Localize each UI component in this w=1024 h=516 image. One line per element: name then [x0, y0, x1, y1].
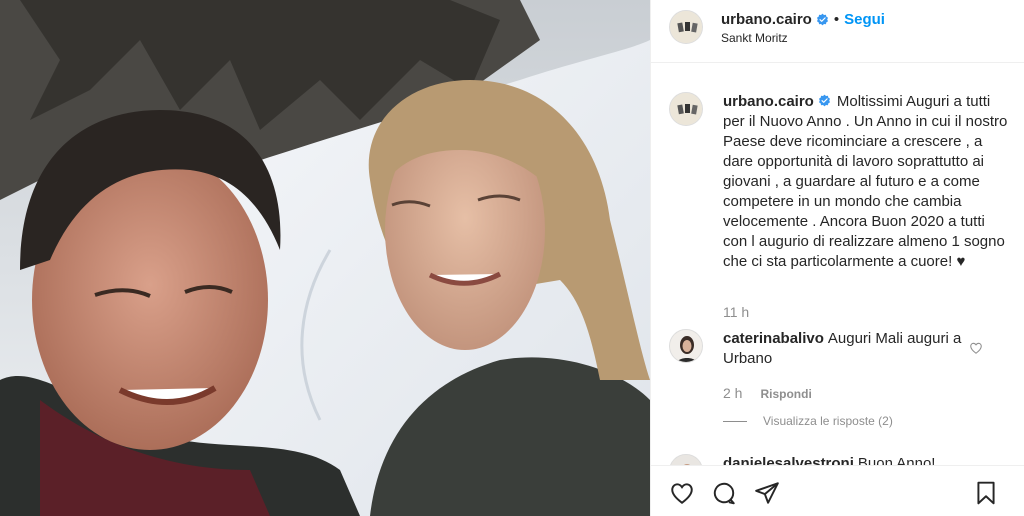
caption-username[interactable]: urbano.cairo	[723, 93, 814, 110]
author-avatar[interactable]	[669, 10, 703, 44]
comment-text: caterinabalivo Auguri Mali auguri a Urban…	[723, 329, 963, 369]
reply-button[interactable]: Rispondi	[760, 387, 811, 401]
post-actions-bar	[651, 465, 1024, 516]
comment-text: danielesalvestroni Buon Anno!	[723, 454, 1008, 465]
author-username[interactable]: urbano.cairo	[721, 11, 812, 28]
view-replies-label: Visualizza le risposte (2)	[763, 414, 893, 428]
post-header: urbano.cairo • Segui Sankt Moritz	[651, 0, 1024, 63]
verified-badge-icon	[816, 13, 828, 26]
header-author-line: urbano.cairo • Segui	[721, 11, 885, 28]
selfie-image	[0, 0, 650, 516]
comment-username[interactable]: danielesalvestroni	[723, 455, 854, 465]
comment-meta: 2 h Rispondi	[723, 385, 812, 401]
paper-plane-icon[interactable]	[754, 480, 780, 506]
follow-button[interactable]: Segui	[844, 11, 885, 28]
separator-dot: •	[833, 11, 840, 28]
comment-username[interactable]: caterinabalivo	[723, 330, 824, 347]
post-side-panel: urbano.cairo • Segui Sankt Moritz urbano…	[650, 0, 1024, 516]
replies-divider-line	[723, 420, 747, 422]
commenter-avatar[interactable]	[669, 454, 703, 465]
heart-icon[interactable]	[669, 480, 695, 506]
verified-badge-icon	[818, 94, 830, 107]
post-photo[interactable]	[0, 0, 650, 516]
caption-text: urbano.cairo Moltissimi Auguri a tutti p…	[723, 92, 1008, 272]
comment-like-heart-icon[interactable]	[969, 341, 983, 355]
comment-body: Buon Anno!	[857, 455, 936, 465]
comments-list[interactable]: urbano.cairo Moltissimi Auguri a tutti p…	[651, 64, 1024, 465]
post-location[interactable]: Sankt Moritz	[721, 31, 788, 45]
commenter-avatar[interactable]	[669, 329, 703, 363]
caption-body: Moltissimi Auguri a tutti per il Nuovo A…	[723, 93, 1008, 270]
comment-time[interactable]: 2 h	[723, 385, 742, 401]
comment-bubble-icon[interactable]	[711, 480, 737, 506]
bookmark-icon[interactable]	[973, 480, 999, 506]
caption-time[interactable]: 11 h	[723, 304, 749, 320]
caption-avatar[interactable]	[669, 92, 703, 126]
view-replies-button[interactable]: Visualizza le risposte (2)	[723, 414, 893, 428]
